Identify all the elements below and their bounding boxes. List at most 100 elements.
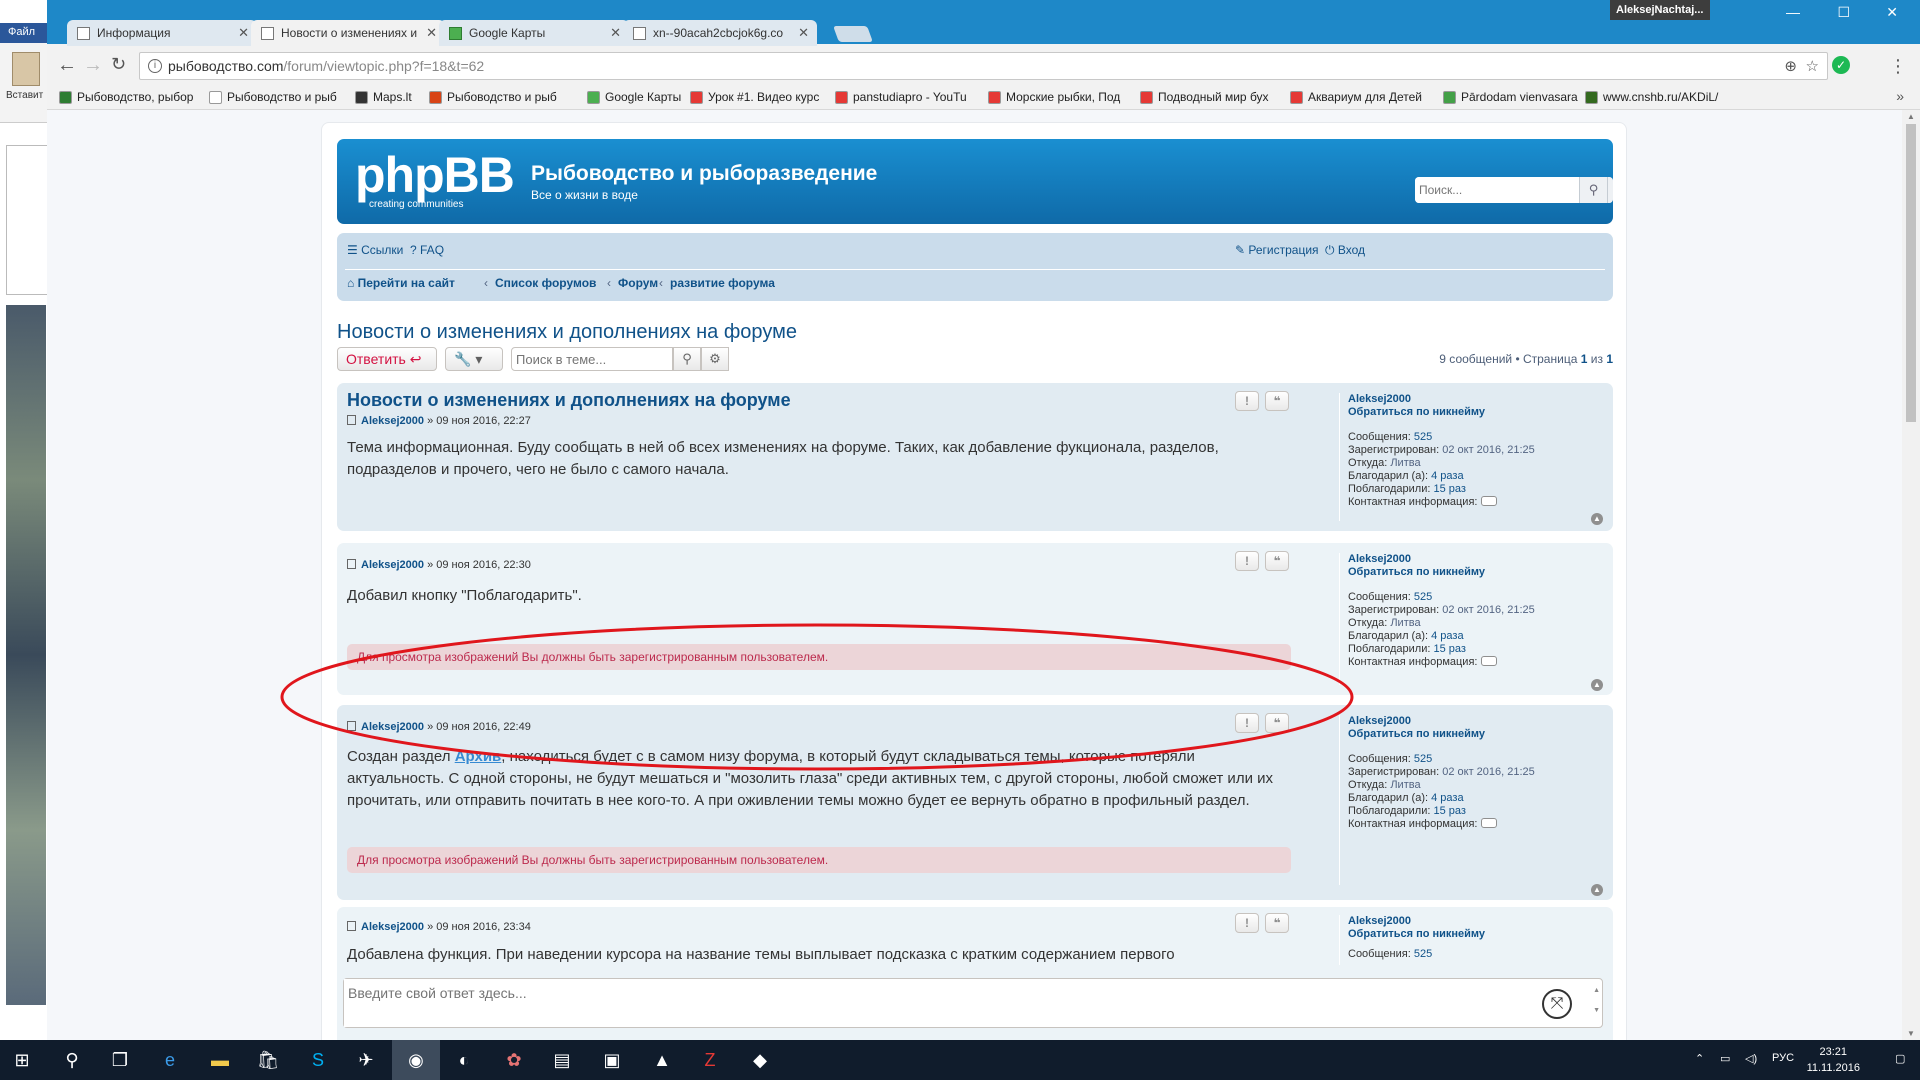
- app-icon[interactable]: ✈: [354, 1048, 378, 1072]
- edge-icon[interactable]: e: [158, 1048, 182, 1072]
- bookmark-item[interactable]: Pārdodam vienvasara: [1443, 90, 1578, 104]
- mention-link[interactable]: Обратиться по никнейму: [1348, 566, 1609, 579]
- search-icon[interactable]: ⚲: [673, 347, 701, 371]
- app-icon[interactable]: ✿: [502, 1048, 526, 1072]
- forward-icon[interactable]: →: [83, 54, 103, 77]
- tab-google-maps[interactable]: Google Карты ✕: [439, 20, 629, 46]
- tab-domain[interactable]: xn--90acah2cbcjok6g.co ✕: [623, 20, 817, 46]
- extension-check-icon[interactable]: ✓: [1832, 56, 1850, 74]
- notifications-icon[interactable]: ▢: [1895, 1052, 1905, 1065]
- search-input[interactable]: [1415, 177, 1579, 203]
- quote-button[interactable]: ❝: [1265, 551, 1289, 571]
- app-icon[interactable]: ◆: [748, 1048, 772, 1072]
- address-bar[interactable]: i рыбоводство.com/forum/viewtopic.php?f=…: [139, 52, 1828, 80]
- crumb-forum[interactable]: Форум: [618, 276, 658, 290]
- language-indicator[interactable]: РУС: [1772, 1052, 1794, 1064]
- bookmark-item[interactable]: Рыбоводство, рыбор: [59, 90, 199, 104]
- close-icon[interactable]: ✕: [426, 25, 437, 41]
- mention-link[interactable]: Обратиться по никнейму: [1348, 728, 1609, 741]
- file-explorer-icon[interactable]: ▬: [208, 1048, 232, 1072]
- profile-username[interactable]: Aleksej2000: [1348, 553, 1609, 566]
- bookmark-item[interactable]: Google Карты: [587, 90, 682, 104]
- app-icon[interactable]: ▣: [600, 1048, 624, 1072]
- topic-search-input[interactable]: [511, 347, 673, 371]
- report-button[interactable]: !: [1235, 913, 1259, 933]
- quote-button[interactable]: ❝: [1265, 391, 1289, 411]
- advanced-search-icon[interactable]: ⚙: [1607, 177, 1613, 203]
- topic-title[interactable]: Новости о изменениях и дополнениях на фо…: [337, 321, 797, 344]
- bookmark-item[interactable]: www.cnshb.ru/AKDiL/: [1585, 90, 1720, 104]
- menu-icon[interactable]: ⋮: [1889, 56, 1907, 77]
- app-icon[interactable]: ◐: [452, 1048, 476, 1072]
- report-button[interactable]: !: [1235, 551, 1259, 571]
- search-icon[interactable]: ⚲: [1579, 177, 1607, 203]
- back-icon[interactable]: ←: [57, 54, 77, 77]
- maximize-icon[interactable]: ☐: [1837, 4, 1850, 21]
- textarea-scroll-arrows[interactable]: ▲ ▼: [1593, 981, 1600, 1021]
- bookmark-item[interactable]: panstudiapro - YouTu: [835, 90, 980, 104]
- links-menu[interactable]: ☰ Ссылки: [347, 243, 403, 257]
- report-button[interactable]: !: [1235, 391, 1259, 411]
- skype-icon[interactable]: S: [306, 1048, 330, 1072]
- author-link[interactable]: Aleksej2000: [361, 415, 424, 427]
- network-icon[interactable]: ▭: [1720, 1052, 1730, 1065]
- expand-icon[interactable]: ⤧: [1542, 989, 1572, 1019]
- author-link[interactable]: Aleksej2000: [361, 921, 424, 933]
- chrome-icon[interactable]: ◉: [392, 1040, 440, 1080]
- reply-button[interactable]: Ответить ↩: [337, 347, 437, 371]
- bookmark-item[interactable]: Морские рыбки, Под: [988, 90, 1133, 104]
- profile-username[interactable]: Aleksej2000: [1348, 715, 1609, 728]
- scroll-thumb[interactable]: [1906, 124, 1916, 422]
- crumb-site[interactable]: ⌂ Перейти на сайт: [347, 276, 455, 290]
- reply-textarea[interactable]: [344, 979, 1584, 1027]
- quote-button[interactable]: ❝: [1265, 913, 1289, 933]
- back-to-top-icon[interactable]: ▲: [1591, 884, 1603, 896]
- close-icon[interactable]: ✕: [798, 25, 809, 41]
- bookmark-item[interactable]: Рыбоводство и рыб: [429, 90, 579, 104]
- file-tab[interactable]: Файл: [0, 23, 50, 43]
- advanced-search-icon[interactable]: ⚙: [701, 347, 729, 371]
- profile-badge[interactable]: AleksejNachtaj...: [1610, 0, 1710, 20]
- clock[interactable]: 23:21 11.11.2016: [1807, 1044, 1860, 1076]
- star-icon[interactable]: ☆: [1806, 57, 1819, 75]
- info-icon[interactable]: i: [148, 59, 162, 73]
- back-to-top-icon[interactable]: ▲: [1591, 679, 1603, 691]
- new-tab-button[interactable]: [833, 26, 873, 42]
- app-icon[interactable]: ▤: [550, 1048, 574, 1072]
- bookmark-item[interactable]: Урок #1. Видео курс: [690, 90, 825, 104]
- photos-icon[interactable]: ▲: [650, 1048, 674, 1072]
- page-scrollbar[interactable]: ▲ ▼: [1902, 110, 1920, 1040]
- phpbb-logo[interactable]: phpBB creating communities: [355, 149, 515, 210]
- mention-link[interactable]: Обратиться по никнейму: [1348, 406, 1609, 419]
- login-link[interactable]: ⏻ Вход: [1325, 243, 1365, 258]
- faq-link[interactable]: ? FAQ: [410, 243, 444, 257]
- bookmark-item[interactable]: Аквариум для Детей: [1290, 90, 1435, 104]
- crumb-forum-list[interactable]: Список форумов: [495, 276, 596, 290]
- close-icon[interactable]: ✕: [610, 25, 621, 41]
- filezilla-icon[interactable]: Z: [698, 1048, 722, 1072]
- author-link[interactable]: Aleksej2000: [361, 559, 424, 571]
- tray-chevron-icon[interactable]: ⌃: [1695, 1052, 1704, 1065]
- profile-username[interactable]: Aleksej2000: [1348, 915, 1609, 928]
- paste-icon[interactable]: [12, 52, 40, 86]
- bookmark-item[interactable]: Подводный мир бух: [1140, 90, 1285, 104]
- search-icon[interactable]: ⚲: [60, 1048, 84, 1072]
- crumb-subforum[interactable]: развитие форума: [670, 276, 775, 290]
- contact-icon[interactable]: [1481, 818, 1498, 828]
- store-icon[interactable]: 🛍: [256, 1048, 280, 1072]
- minimize-icon[interactable]: —: [1786, 4, 1800, 20]
- more-bookmarks-icon[interactable]: »: [1896, 88, 1904, 104]
- topic-tools-button[interactable]: 🔧 ▾: [445, 347, 503, 371]
- bookmark-item[interactable]: Рыбоводство и рыб: [209, 90, 344, 104]
- close-window-icon[interactable]: ✕: [1886, 4, 1898, 21]
- scroll-down-icon[interactable]: ▼: [1907, 1029, 1915, 1038]
- contact-icon[interactable]: [1481, 656, 1498, 666]
- bookmark-item[interactable]: Maps.lt: [355, 90, 420, 104]
- profile-username[interactable]: Aleksej2000: [1348, 393, 1609, 406]
- close-icon[interactable]: ✕: [238, 25, 249, 41]
- register-link[interactable]: ✎ Регистрация: [1235, 243, 1319, 257]
- volume-icon[interactable]: ◁): [1745, 1052, 1757, 1065]
- post-subject[interactable]: Новости о изменениях и дополнениях на фо…: [347, 390, 791, 411]
- back-to-top-icon[interactable]: ▲: [1591, 513, 1603, 525]
- tab-forum[interactable]: Новости о изменениях и ✕: [251, 20, 445, 46]
